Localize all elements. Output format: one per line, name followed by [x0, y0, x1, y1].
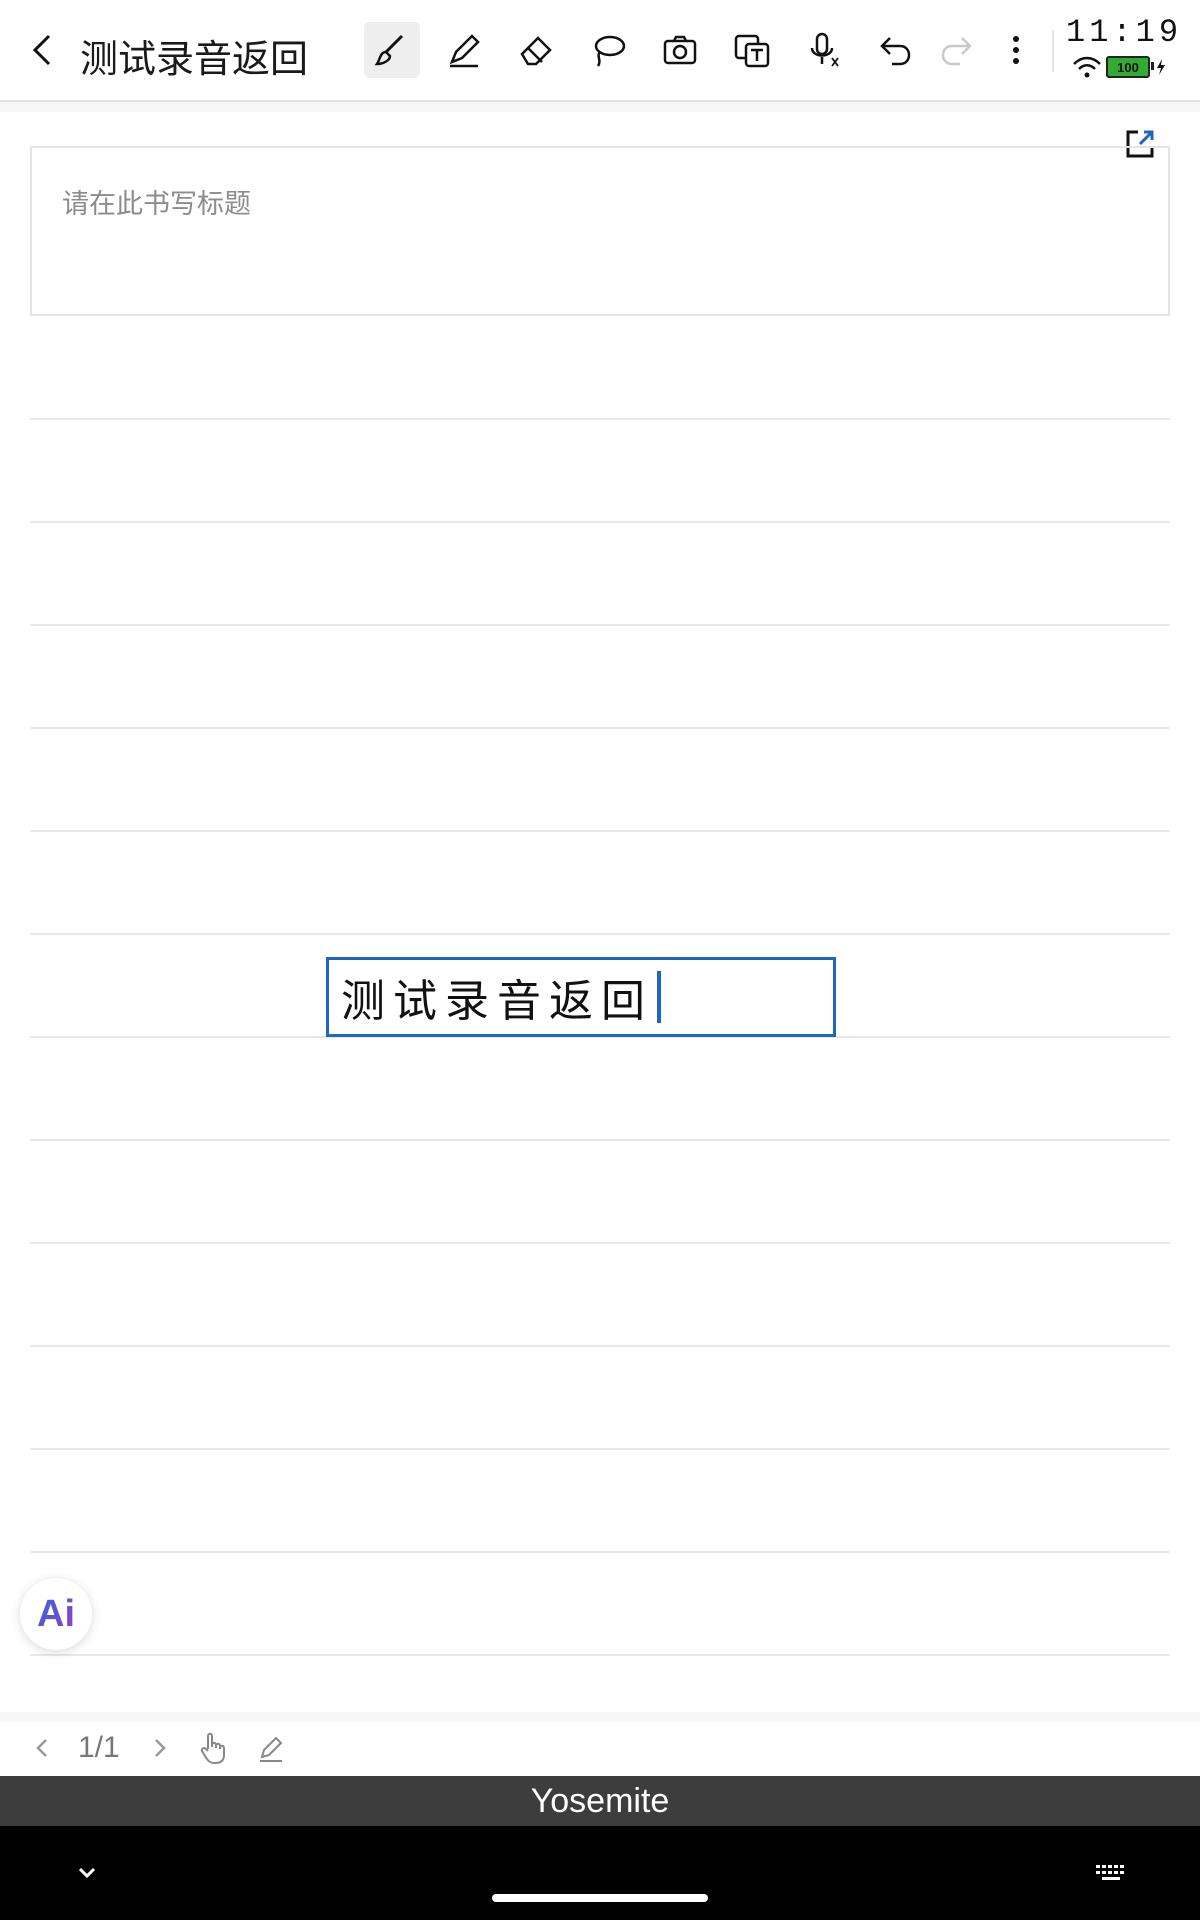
note-page[interactable]: 请在此书写标题 测试录音返回: [0, 112, 1200, 1712]
redo-button[interactable]: [928, 22, 984, 78]
note-title: 测试录音返回: [80, 39, 309, 81]
chevron-right-icon: [155, 1739, 166, 1757]
more-vertical-icon: [1013, 36, 1019, 64]
microphone-icon: [810, 32, 839, 67]
hand-pointer-icon: [200, 1732, 225, 1765]
hide-keyboard-button[interactable]: [72, 1860, 102, 1886]
keyboard-icon: [1096, 1865, 1124, 1880]
back-button[interactable]: [22, 26, 62, 74]
ruled-line: [30, 521, 1170, 523]
page-indicator: 1/1: [78, 1731, 120, 1764]
touch-mode-button[interactable]: [198, 1730, 228, 1766]
ai-label: Ai: [37, 1592, 75, 1635]
ruled-line: [30, 624, 1170, 626]
chevron-left-icon: [36, 1739, 47, 1757]
voice-tool[interactable]: [796, 22, 852, 78]
ruled-line: [30, 727, 1170, 729]
keyboard-banner: Yosemite: [0, 1776, 1200, 1826]
status-icons: 100: [1072, 56, 1168, 78]
pencil-icon: [260, 1736, 283, 1762]
handwriting-text-box[interactable]: 测试录音返回: [326, 957, 836, 1037]
text-box-content: 测试录音返回: [341, 976, 653, 1027]
top-toolbar: 测试录音返回 11:19 100: [0, 0, 1200, 102]
undo-button[interactable]: [868, 22, 924, 78]
camera-tool[interactable]: [652, 22, 708, 78]
previous-page-button[interactable]: [32, 1730, 50, 1766]
ruled-line: [30, 1345, 1170, 1347]
toolbar-divider: [1052, 30, 1054, 72]
battery-level: 100: [1117, 59, 1139, 75]
system-navigation-bar: [0, 1826, 1200, 1920]
ruled-line: [30, 1654, 1170, 1656]
status-time: 11:19: [1066, 14, 1183, 51]
text-recognize-icon: [734, 34, 770, 68]
title-field[interactable]: 请在此书写标题: [30, 146, 1170, 316]
chevron-left-icon: [32, 34, 51, 66]
ocr-tool[interactable]: [724, 22, 780, 78]
camera-icon: [663, 35, 697, 65]
ruled-line: [30, 933, 1170, 935]
home-indicator[interactable]: [492, 1894, 708, 1902]
ruled-line: [30, 830, 1170, 832]
page-indicator-wrap: 1/1: [78, 1730, 120, 1766]
next-page-button[interactable]: [152, 1730, 170, 1766]
ruled-line: [30, 418, 1170, 420]
wifi-icon: [1073, 56, 1101, 78]
more-button[interactable]: [988, 22, 1044, 78]
pen-tool[interactable]: [436, 22, 492, 78]
lasso-icon: [594, 35, 626, 67]
ruled-line: [30, 1139, 1170, 1141]
undo-icon: [880, 37, 911, 66]
lasso-tool[interactable]: [580, 22, 636, 78]
pen-icon: [449, 34, 480, 68]
charging-icon: [1157, 59, 1165, 75]
eraser-icon: [520, 36, 552, 66]
eraser-tool[interactable]: [508, 22, 564, 78]
battery-icon: 100: [1106, 56, 1154, 78]
pen-mode-button[interactable]: [256, 1730, 286, 1766]
chevron-down-icon: [78, 1867, 96, 1879]
ruled-line: [30, 1551, 1170, 1553]
ruled-line: [30, 1448, 1170, 1450]
page-navigation-bar: 1/1: [0, 1722, 1200, 1776]
ai-assistant-button[interactable]: Ai: [20, 1578, 92, 1650]
ruled-line: [30, 1242, 1170, 1244]
text-caret: [657, 971, 661, 1023]
title-placeholder: 请在此书写标题: [62, 189, 251, 219]
brush-icon: [374, 34, 404, 66]
keyboard-switch-button[interactable]: [1094, 1862, 1128, 1884]
redo-icon: [941, 37, 972, 66]
brush-tool[interactable]: [364, 22, 420, 78]
